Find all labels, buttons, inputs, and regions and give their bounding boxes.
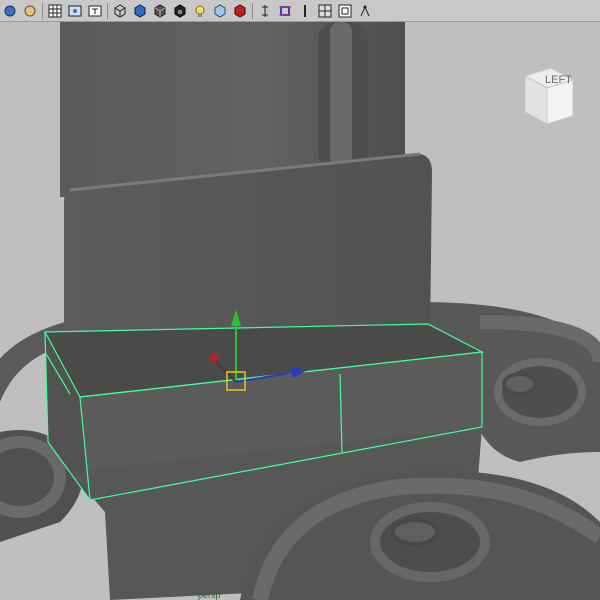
isolate-select-icon[interactable] bbox=[231, 2, 249, 20]
scroll-swirl-right-inner bbox=[502, 372, 538, 396]
grid-toggle-icon[interactable] bbox=[46, 2, 64, 20]
camera-select-icon[interactable] bbox=[1, 2, 19, 20]
select-tool-icon[interactable] bbox=[356, 2, 374, 20]
viewcube-face-label: LEFT bbox=[545, 74, 572, 86]
use-all-lights-icon[interactable] bbox=[191, 2, 209, 20]
wireframe-icon[interactable] bbox=[111, 2, 129, 20]
pivot-icon[interactable] bbox=[336, 2, 354, 20]
film-gate-icon[interactable] bbox=[66, 2, 84, 20]
camera-name-label: persp bbox=[198, 590, 221, 600]
toolbar-separator bbox=[107, 2, 108, 19]
resolution-gate-icon[interactable] bbox=[86, 2, 104, 20]
toolbar-separator bbox=[42, 2, 43, 19]
smooth-shade-wireframe-icon[interactable] bbox=[151, 2, 169, 20]
xray-joints-icon[interactable] bbox=[276, 2, 294, 20]
column-groove-highlight bbox=[330, 22, 352, 167]
manipulator-x-handle bbox=[210, 354, 218, 362]
textured-icon[interactable] bbox=[171, 2, 189, 20]
3d-viewport[interactable] bbox=[0, 22, 600, 600]
scene-render bbox=[0, 22, 600, 600]
xray-icon[interactable] bbox=[256, 2, 274, 20]
backface-culling-icon[interactable] bbox=[296, 2, 314, 20]
toolbar-separator bbox=[252, 2, 253, 19]
smooth-shade-icon[interactable] bbox=[131, 2, 149, 20]
viewport-toolbar bbox=[0, 0, 600, 22]
image-plane-icon[interactable] bbox=[316, 2, 334, 20]
camera-attributes-icon[interactable] bbox=[21, 2, 39, 20]
shadows-icon[interactable] bbox=[211, 2, 229, 20]
